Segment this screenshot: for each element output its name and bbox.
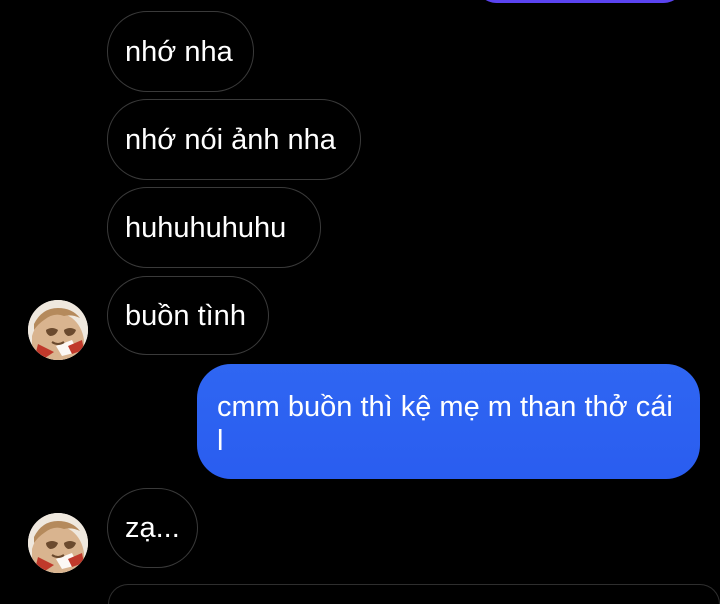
incoming-message-bubble[interactable]: nhớ nha — [107, 11, 254, 92]
contact-avatar-icon[interactable] — [28, 513, 88, 573]
message-text: nhớ nha — [125, 35, 233, 68]
message-text: buồn tình — [125, 299, 246, 332]
avatar-image — [28, 300, 88, 360]
incoming-message-bubble[interactable]: nhớ nói ảnh nha — [107, 99, 361, 180]
incoming-message-bubble[interactable]: zạ... — [107, 488, 198, 568]
contact-avatar-icon[interactable] — [28, 300, 88, 360]
message-text: huhuhuhuhu — [125, 211, 287, 244]
outgoing-message-bubble[interactable]: cmm buồn thì kệ mẹ m than thở cái l — [197, 364, 700, 479]
incoming-message-bubble[interactable]: buồn tình — [107, 276, 269, 355]
next-message-bubble[interactable] — [108, 584, 720, 604]
message-text: cmm buồn thì kệ mẹ m than thở cái l — [217, 391, 673, 457]
previous-outgoing-bubble[interactable] — [474, 0, 686, 3]
message-text: zạ... — [125, 512, 180, 544]
avatar-image — [28, 513, 88, 573]
incoming-message-bubble[interactable]: huhuhuhuhu — [107, 187, 321, 268]
message-text: nhớ nói ảnh nha — [125, 123, 336, 156]
